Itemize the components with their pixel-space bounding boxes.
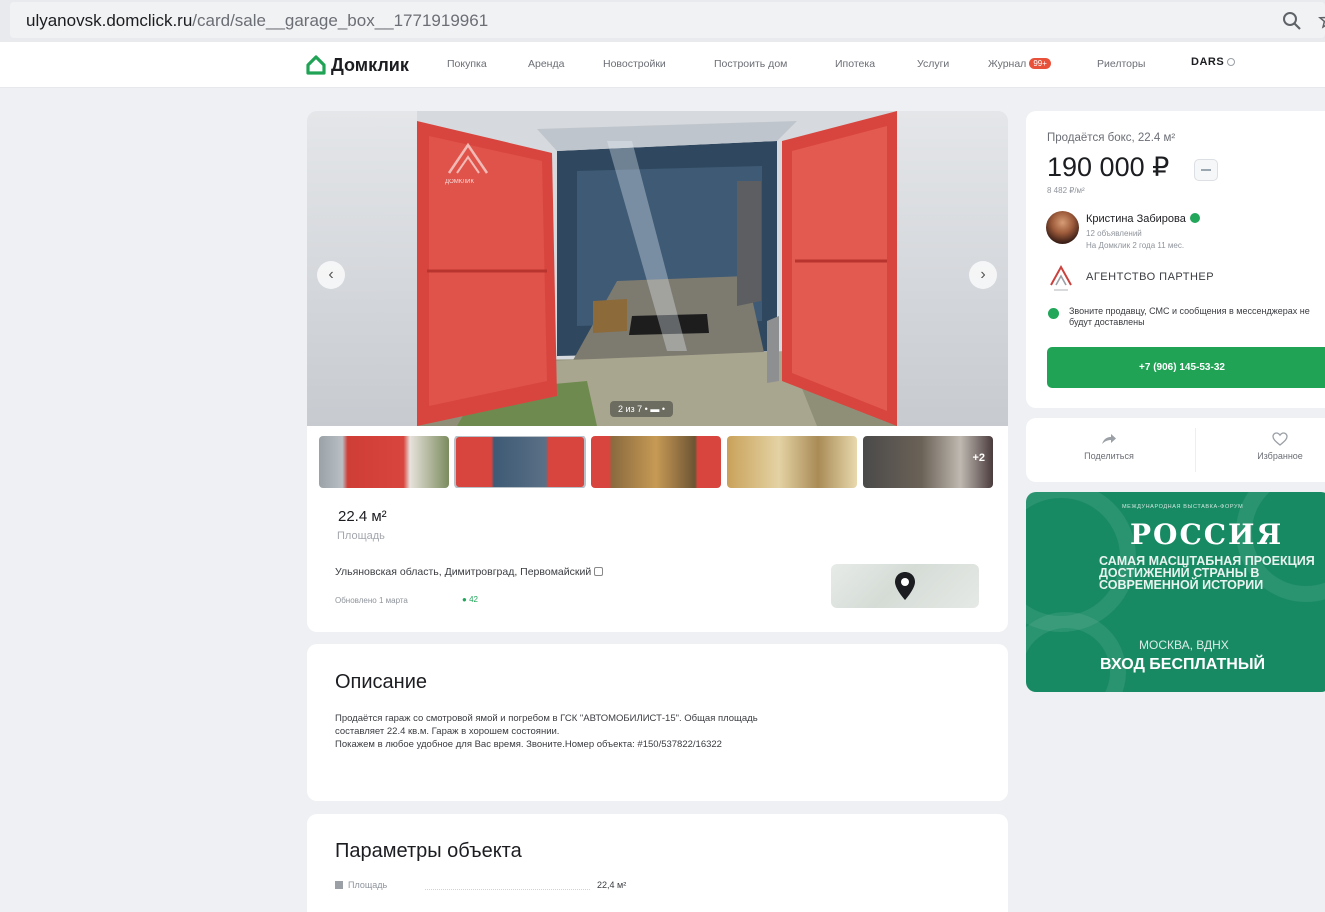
zoom-icon[interactable] [1281, 10, 1303, 32]
seller-name-text: Кристина Забирова [1086, 213, 1186, 225]
share-icon [1102, 434, 1116, 444]
price-card: Продаётся бокс, 22.4 м² 190 000 ₽ 8 482 … [1026, 111, 1325, 408]
nav-rent[interactable]: Аренда [528, 58, 564, 70]
ad-subtitle: САМАЯ МАСШТАБНАЯ ПРОЕКЦИЯ ДОСТИЖЕНИЙ СТР… [1099, 554, 1315, 592]
trend-icon [1201, 169, 1211, 171]
map-pin-icon [895, 572, 915, 600]
views-count: ● 42 [462, 595, 478, 604]
param-leader [425, 889, 590, 890]
copy-icon[interactable] [594, 567, 604, 576]
nav-new-buildings[interactable]: Новостройки [603, 58, 666, 70]
area-label: Площадь [337, 530, 385, 542]
description-text: Продаётся гараж со смотровой ямой и погр… [335, 712, 975, 751]
ad-banner[interactable]: МЕЖДУНАРОДНАЯ ВЫСТАВКА-ФОРУМ РОССИЯ САМА… [1026, 492, 1325, 692]
heart-icon [1272, 432, 1288, 446]
thumbnail-3[interactable] [591, 436, 721, 488]
ad-city: МОСКВА, ВДНХ [1139, 638, 1229, 652]
param-value: 22,4 м² [597, 880, 627, 890]
price-trend-button[interactable] [1194, 159, 1218, 181]
description-title: Описание [335, 671, 428, 693]
more-photos-label: +2 [972, 452, 985, 464]
parameters-card: Параметры объекта Площадь 22,4 м² [307, 814, 1008, 912]
chevron-left-icon: ‹ [328, 266, 334, 283]
seller-avatar[interactable] [1046, 211, 1079, 244]
actions-card: Поделиться Избранное [1026, 418, 1325, 482]
domclick-watermark-icon [447, 142, 489, 174]
agency-label: АГЕНТСТВО ПАРТНЕР [1086, 271, 1215, 283]
chevron-right-icon: › [980, 266, 986, 283]
description-card: Описание Продаётся гараж со смотровой ям… [307, 644, 1008, 801]
browser-address-bar: ulyanovsk.domclick.ru/card/sale__garage_… [0, 0, 1325, 42]
domclick-logo-icon [306, 55, 326, 75]
url-text[interactable]: ulyanovsk.domclick.ru/card/sale__garage_… [26, 11, 488, 31]
offer-heading: Продаётся бокс, 22.4 м² [1047, 132, 1176, 144]
favorite-label: Избранное [1257, 451, 1303, 461]
photo-counter: 2 из 7 • ▬ • [610, 401, 673, 417]
description-line: Покажем в любое удобное для Вас время. З… [335, 739, 722, 750]
shield-check-icon [1048, 308, 1059, 319]
thumbnail-strip: +2 [319, 436, 999, 488]
logo-text: Домклик [331, 54, 409, 75]
thumbnail-2[interactable] [454, 436, 586, 488]
views-value: 42 [469, 595, 478, 604]
site-header: Домклик Покупка Аренда Новостройки Постр… [0, 42, 1325, 88]
photo-counter-text: 2 из 7 [618, 404, 643, 414]
gallery-next-button[interactable]: › [969, 261, 997, 289]
nav-mortgage[interactable]: Ипотека [835, 58, 875, 70]
ad-decor [1026, 612, 1126, 692]
ad-title: РОССИЯ [1130, 518, 1284, 551]
param-label: Площадь [348, 880, 388, 890]
area-value: 22.4 м² [338, 508, 387, 525]
dars-brand[interactable]: DARS [1191, 56, 1236, 68]
seller-since: На Домклик 2 года 11 мес. [1086, 241, 1185, 250]
gallery-prev-button[interactable]: ‹ [317, 261, 345, 289]
price: 190 000 ₽ [1047, 152, 1170, 182]
description-line: Продаётся гараж со смотровой ямой и погр… [335, 713, 758, 724]
parameters-title: Параметры объекта [335, 840, 522, 862]
thumbnail-4[interactable] [727, 436, 857, 488]
nav-services[interactable]: Услуги [917, 58, 949, 70]
description-line: составляет 22.4 кв.м. Гараж в хорошем со… [335, 726, 560, 737]
favorite-button[interactable]: Избранное [1230, 432, 1325, 461]
price-per-m2: 8 482 ₽/м² [1047, 186, 1085, 195]
thumbnail-5[interactable]: +2 [863, 436, 993, 488]
contact-notice: Звоните продавцу, СМС и сообщения в месс… [1069, 306, 1310, 327]
nav-buy[interactable]: Покупка [447, 58, 487, 70]
share-button[interactable]: Поделиться [1059, 432, 1159, 461]
journal-badge: 99+ [1029, 58, 1051, 69]
seller-ads-count[interactable]: 12 объявлений [1086, 229, 1142, 238]
param-row-area: Площадь 22,4 м² [335, 880, 665, 894]
area-icon [335, 881, 343, 889]
eye-icon: ● [462, 595, 467, 604]
address-text: Ульяновская область, Димитровград, Перво… [335, 566, 592, 578]
url-field[interactable]: ulyanovsk.domclick.ru/card/sale__garage_… [10, 2, 1325, 38]
nav-build-house[interactable]: Построить дом [714, 58, 787, 70]
thumbnail-1[interactable] [319, 436, 449, 488]
watermark-text: ДОМКЛИК [445, 179, 474, 185]
verified-icon [1189, 213, 1200, 223]
bookmark-star-icon[interactable] [1318, 10, 1325, 30]
listing-summary-card: +2 22.4 м² Площадь Ульяновская область, … [307, 426, 1008, 632]
ad-top-text: МЕЖДУНАРОДНАЯ ВЫСТАВКА-ФОРУМ [1122, 504, 1244, 510]
nav-journal-label: Журнал [988, 58, 1027, 70]
nav-journal[interactable]: Журнал 99+ [988, 58, 1051, 70]
call-button[interactable]: +7 (906) 145-53-32 [1047, 347, 1325, 388]
ad-free-entry: ВХОД БЕСПЛАТНЫЙ [1100, 656, 1265, 673]
agency-badge-icon [1050, 264, 1072, 291]
updated-date: Обновлено 1 марта [335, 596, 408, 605]
dars-brand-text: DARS [1191, 56, 1225, 68]
account-icon [1227, 58, 1236, 66]
share-label: Поделиться [1084, 451, 1134, 461]
actions-divider [1195, 428, 1196, 472]
nav-realtors[interactable]: Риелторы [1097, 58, 1145, 70]
seller-name[interactable]: Кристина Забирова [1086, 213, 1200, 225]
map-preview[interactable] [831, 564, 979, 608]
domclick-logo[interactable]: Домклик [305, 54, 409, 76]
address: Ульяновская область, Димитровград, Перво… [335, 566, 604, 578]
phone-number: +7 (906) 145-53-32 [1139, 362, 1225, 373]
photo-gallery[interactable]: ДОМКЛИК ‹ › 2 из 7 • ▬ • [307, 111, 1008, 426]
url-host: ulyanovsk.domclick.ru [26, 11, 193, 30]
url-path: /card/sale__garage_box__1771919961 [192, 11, 489, 30]
